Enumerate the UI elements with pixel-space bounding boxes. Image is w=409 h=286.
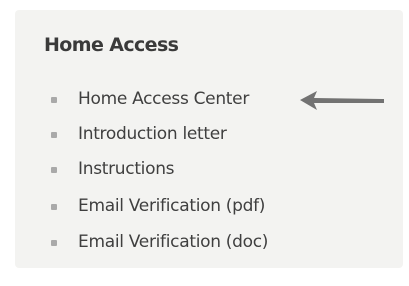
- square-bullet-icon: [51, 240, 57, 246]
- square-bullet-icon: [51, 204, 57, 210]
- square-bullet-icon: [51, 132, 57, 138]
- list-item-email-verification-doc: Email Verification (doc): [0, 230, 300, 258]
- list-item-home-access-center: Home Access Center: [0, 87, 300, 115]
- list-item-introduction-letter: Introduction letter: [0, 122, 300, 150]
- home-access-center-link[interactable]: Home Access Center: [78, 89, 249, 109]
- email-verification-doc-link[interactable]: Email Verification (doc): [78, 232, 268, 252]
- list-item-instructions: Instructions: [0, 157, 300, 185]
- list-item-email-verification-pdf: Email Verification (pdf): [0, 194, 300, 222]
- introduction-letter-link[interactable]: Introduction letter: [78, 124, 227, 144]
- instructions-link[interactable]: Instructions: [78, 159, 175, 179]
- panel-title: Home Access: [44, 34, 179, 56]
- email-verification-pdf-link[interactable]: Email Verification (pdf): [78, 196, 265, 216]
- square-bullet-icon: [51, 97, 57, 103]
- left-arrow-icon: [300, 91, 384, 110]
- square-bullet-icon: [51, 167, 57, 173]
